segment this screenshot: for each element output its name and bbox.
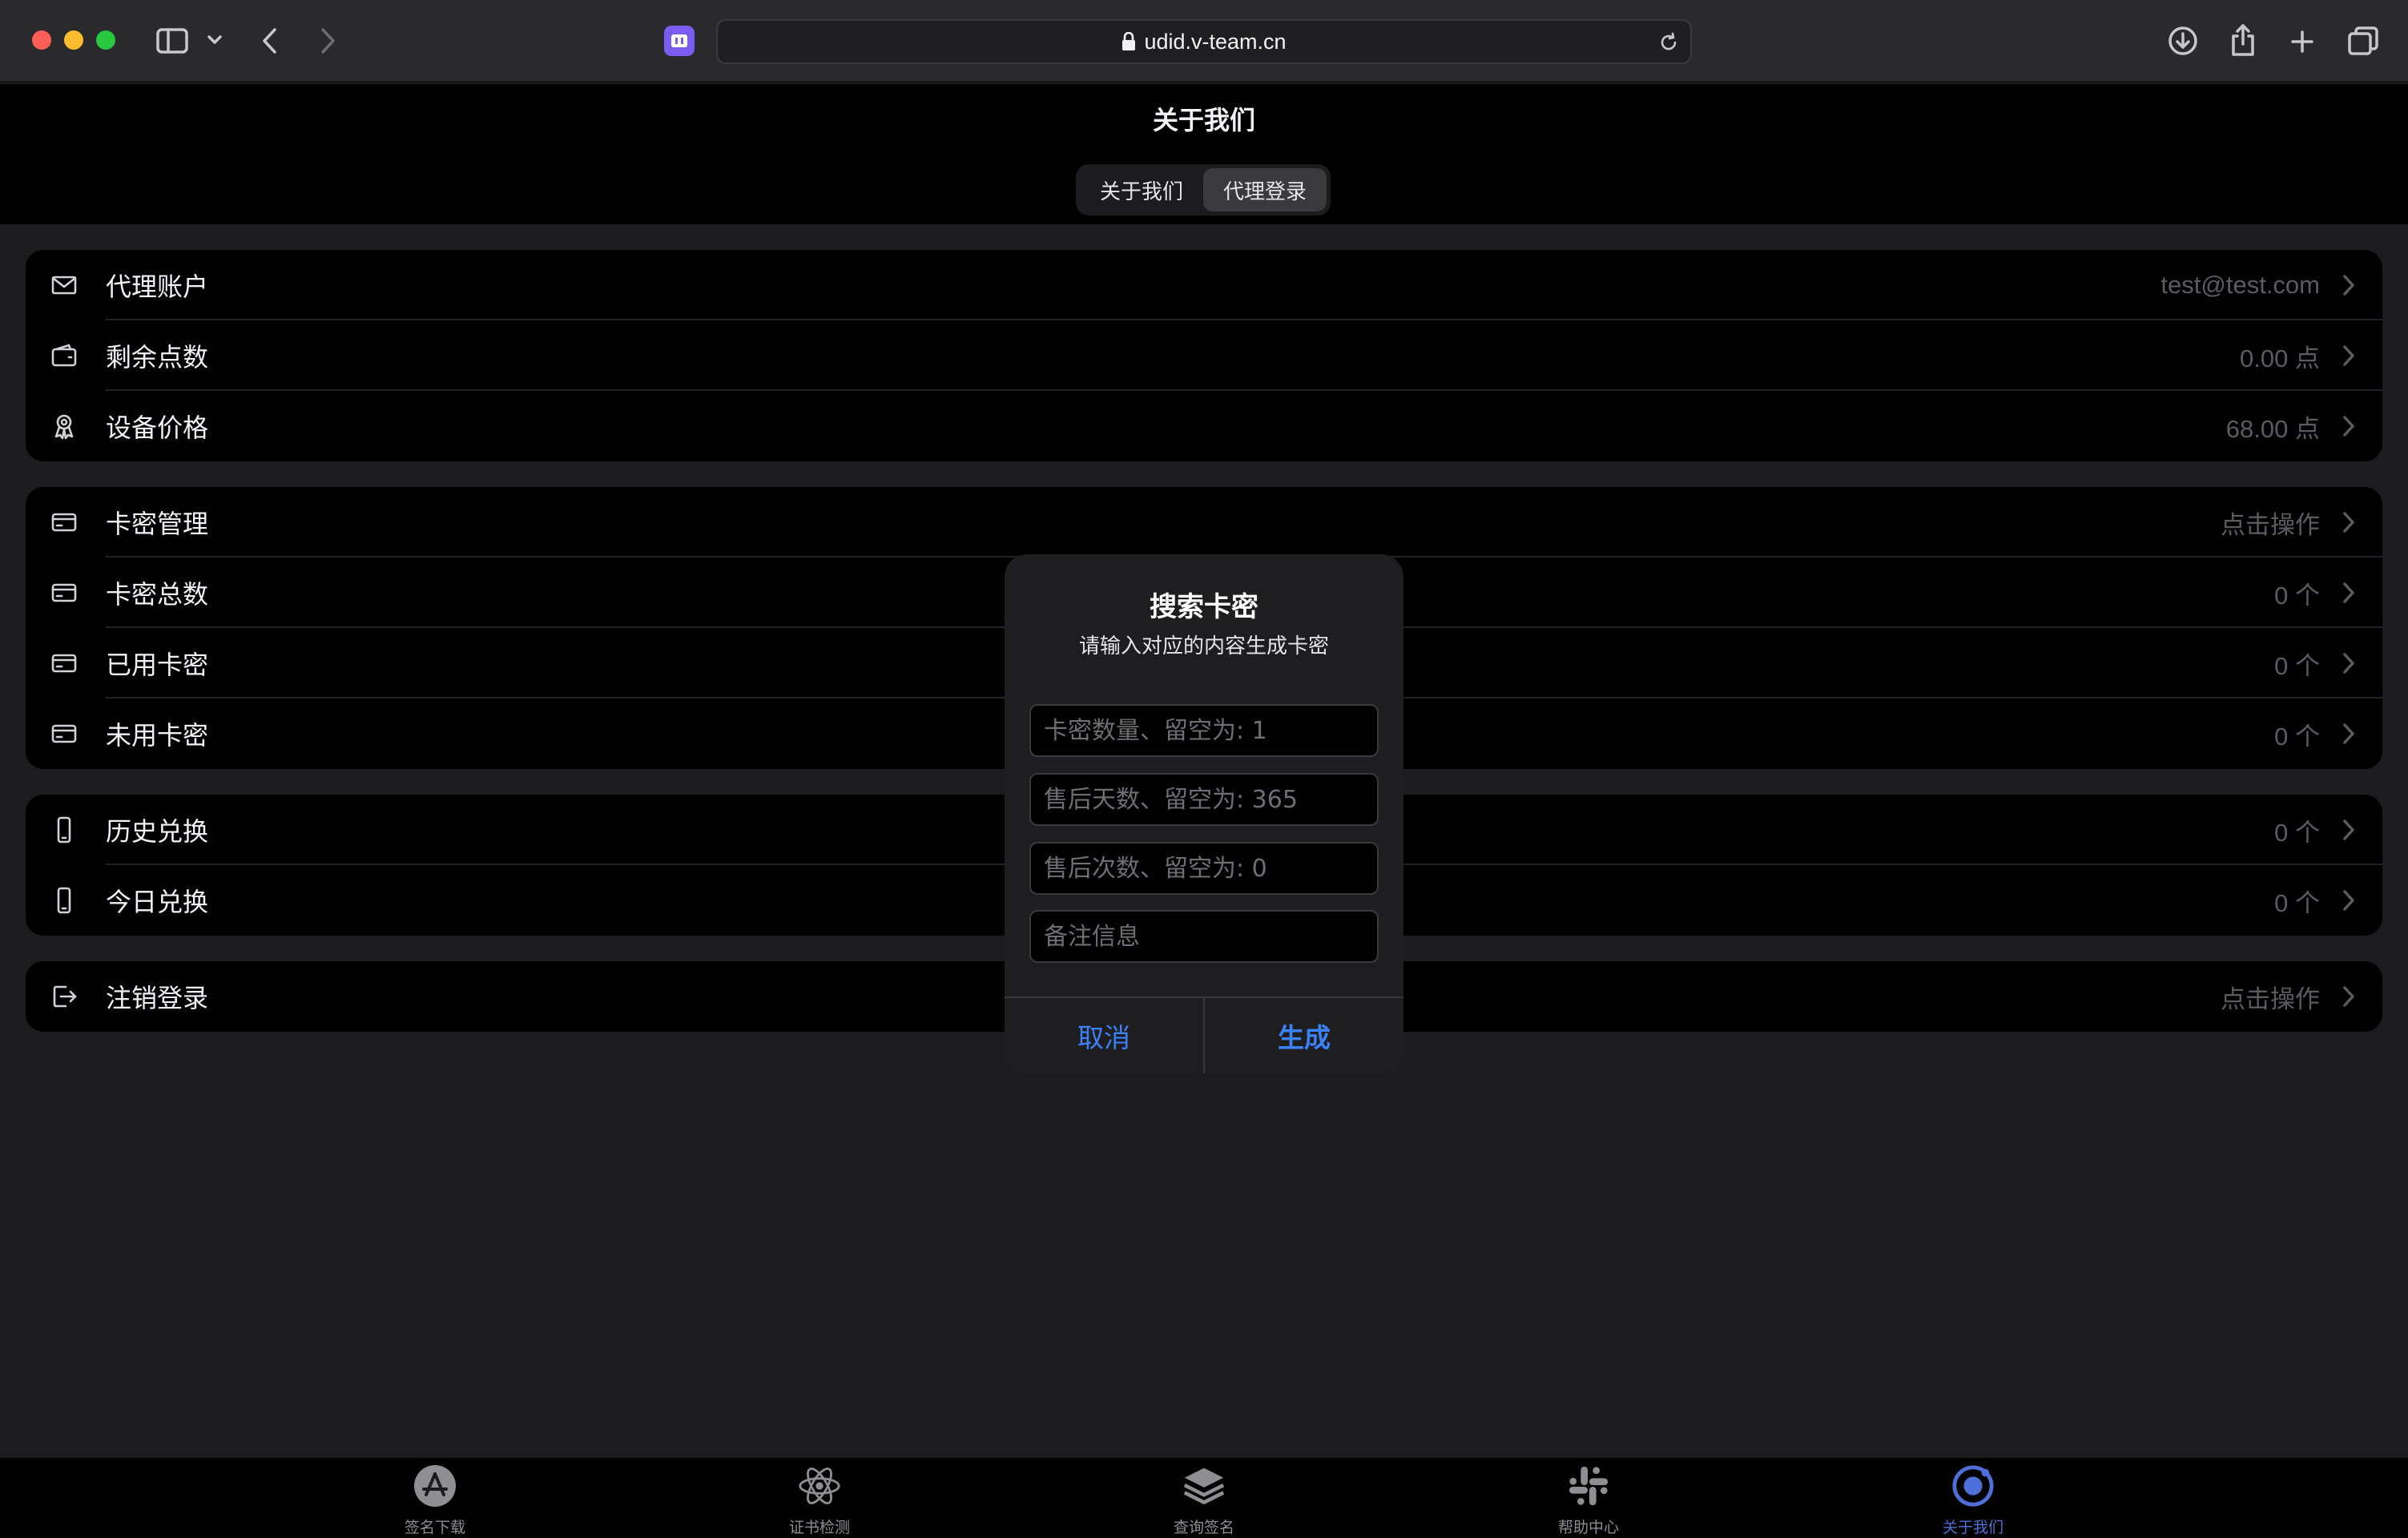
- award-icon: [50, 412, 79, 441]
- tab-label: 关于我们: [1942, 1519, 2003, 1536]
- chevron-right-icon: [2341, 511, 2357, 533]
- sidebar-toggle-icon[interactable]: [154, 26, 191, 56]
- row-label: 今日兑换: [106, 887, 209, 917]
- lock-icon: [1122, 32, 1136, 50]
- phone-icon: [50, 815, 79, 844]
- back-icon[interactable]: [258, 26, 282, 56]
- row-value: 0 个: [2274, 818, 2320, 847]
- row-label: 未用卡密: [106, 720, 209, 751]
- row-value: 0 个: [2274, 888, 2320, 917]
- dialog-message: 请输入对应的内容生成卡密: [1078, 634, 1329, 658]
- app-store-icon: [413, 1464, 457, 1508]
- tab-bar: 签名下载 证书检测 查询签名 帮助中心 关于我们: [0, 1458, 2408, 1538]
- row-label: 卡密管理: [106, 509, 209, 539]
- phone-icon: [50, 886, 79, 915]
- row-value: 0 个: [2274, 651, 2320, 680]
- card-icon: [50, 649, 79, 678]
- card-quantity-input[interactable]: [1029, 704, 1379, 757]
- chevron-right-icon: [2341, 415, 2357, 437]
- row-device-price[interactable]: 设备价格 68.00 点: [26, 391, 2382, 461]
- extension-icon[interactable]: [664, 26, 695, 56]
- row-value: 点击操作: [2221, 510, 2320, 539]
- row-label: 注销登录: [106, 983, 209, 1013]
- atom-icon: [798, 1464, 841, 1508]
- row-agent-account[interactable]: 代理账户 test@test.com: [26, 250, 2382, 320]
- row-value: 68.00 点: [2225, 414, 2320, 443]
- agent-info-group: 代理账户 test@test.com 剩余点数 0.00 点 设备价格 68.0…: [26, 250, 2382, 461]
- card-icon: [50, 578, 79, 607]
- row-value: 0 个: [2274, 722, 2320, 751]
- chevron-right-icon: [2341, 344, 2357, 367]
- page-header: 关于我们 关于我们 代理登录: [0, 84, 2408, 224]
- card-icon: [50, 719, 79, 748]
- address-bar[interactable]: udid.v-team.cn: [716, 19, 1692, 64]
- after-sale-count-input[interactable]: [1029, 842, 1379, 895]
- downloads-icon[interactable]: [2167, 25, 2199, 57]
- row-remaining-points[interactable]: 剩余点数 0.00 点: [26, 320, 2382, 391]
- after-sale-days-input[interactable]: [1029, 773, 1379, 826]
- mail-icon: [50, 271, 79, 300]
- chevron-right-icon: [2341, 819, 2357, 841]
- row-value: 点击操作: [2221, 984, 2320, 1013]
- tab-label: 签名下载: [404, 1519, 465, 1536]
- tab-sign-download[interactable]: 签名下载: [355, 1464, 515, 1538]
- url-text: udid.v-team.cn: [1144, 29, 1287, 54]
- cancel-button[interactable]: 取消: [1005, 998, 1203, 1073]
- new-tab-icon[interactable]: [2286, 26, 2318, 58]
- row-label: 卡密总数: [106, 579, 209, 610]
- slack-icon: [1567, 1464, 1610, 1508]
- row-label: 历史兑换: [106, 816, 209, 847]
- remark-input[interactable]: [1029, 910, 1379, 963]
- logout-icon: [50, 982, 79, 1011]
- row-value: test@test.com: [2160, 271, 2320, 299]
- row-value: 0.00 点: [2240, 344, 2320, 372]
- row-label: 剩余点数: [106, 342, 209, 372]
- tab-about-us[interactable]: 关于我们: [1080, 168, 1203, 211]
- row-card-key-management[interactable]: 卡密管理 点击操作: [26, 487, 2382, 558]
- ionic-icon: [1951, 1464, 1995, 1508]
- minimize-window-button[interactable]: [64, 30, 83, 50]
- row-label: 代理账户: [106, 272, 209, 302]
- zoom-window-button[interactable]: [96, 30, 115, 50]
- forward-icon[interactable]: [316, 26, 340, 56]
- page-title: 关于我们: [1152, 105, 1255, 135]
- reload-icon[interactable]: [1658, 32, 1679, 53]
- card-icon: [50, 508, 79, 537]
- dialog-title: 搜索卡密: [1150, 591, 1258, 623]
- tab-about-us-nav[interactable]: 关于我们: [1893, 1464, 2053, 1538]
- chevron-right-icon: [2341, 985, 2357, 1008]
- generate-button[interactable]: 生成: [1203, 998, 1403, 1073]
- close-window-button[interactable]: [32, 30, 51, 50]
- row-label: 设备价格: [106, 413, 209, 443]
- tab-agent-login[interactable]: 代理登录: [1203, 168, 1327, 211]
- dialog-actions: 取消 生成: [1005, 996, 1403, 1073]
- chevron-right-icon: [2341, 889, 2357, 912]
- tab-overview-icon[interactable]: [2346, 25, 2380, 57]
- layers-icon: [1182, 1464, 1226, 1508]
- tab-help-center[interactable]: 帮助中心: [1508, 1464, 1669, 1538]
- chevron-right-icon: [2341, 723, 2357, 745]
- row-value: 0 个: [2274, 581, 2320, 610]
- segmented-control: 关于我们 代理登录: [1076, 164, 1331, 215]
- generate-card-key-dialog: 搜索卡密 请输入对应的内容生成卡密 取消 生成: [1005, 554, 1403, 1073]
- tab-query-signature[interactable]: 查询签名: [1124, 1464, 1284, 1538]
- browser-toolbar: udid.v-team.cn: [0, 0, 2408, 83]
- row-label: 已用卡密: [106, 650, 209, 680]
- tab-certificate-check[interactable]: 证书检测: [739, 1464, 900, 1538]
- chevron-right-icon: [2341, 274, 2357, 296]
- tab-label: 查询签名: [1173, 1519, 1234, 1536]
- chevron-right-icon: [2341, 652, 2357, 674]
- tab-label: 帮助中心: [1557, 1519, 1619, 1536]
- tab-label: 证书检测: [788, 1519, 850, 1536]
- chevron-down-icon[interactable]: [205, 30, 224, 50]
- chevron-right-icon: [2341, 582, 2357, 604]
- wallet-icon: [50, 341, 79, 370]
- share-icon[interactable]: [2227, 22, 2259, 58]
